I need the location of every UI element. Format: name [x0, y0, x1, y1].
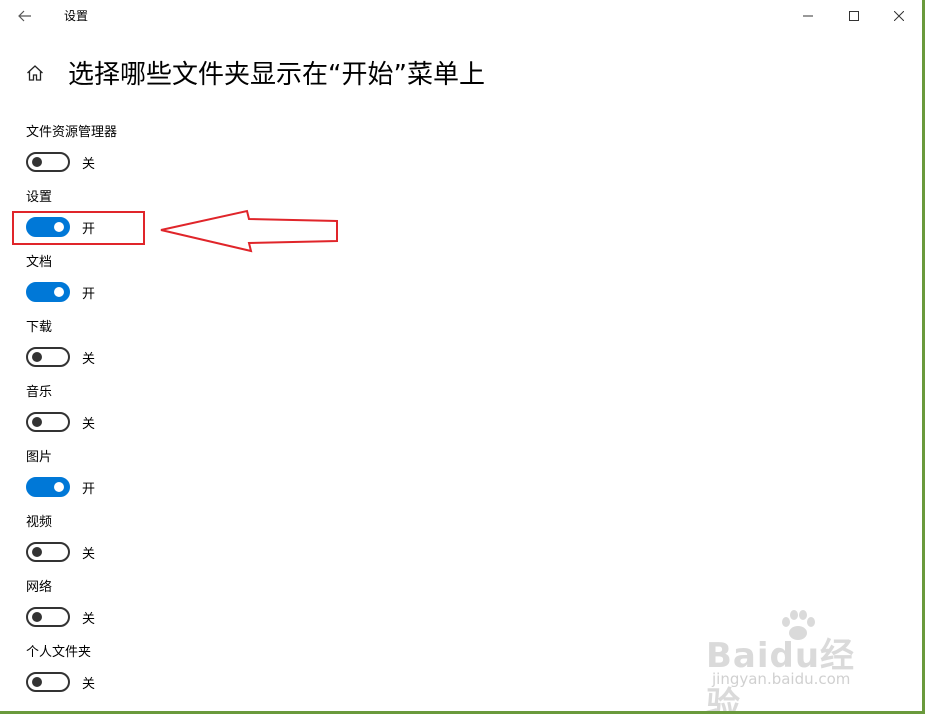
toggle-knob: [32, 157, 42, 167]
toggle-switch[interactable]: [26, 542, 70, 562]
setting-label: 下载: [26, 320, 53, 335]
toggle-state-label: 开: [82, 286, 96, 302]
setting-label: 网络: [26, 580, 53, 595]
toggle-state-label: 关: [82, 546, 96, 562]
setting-label: 设置: [26, 190, 53, 205]
close-button[interactable]: [876, 0, 922, 32]
close-icon: [894, 11, 904, 21]
setting-row: 下载关: [26, 319, 95, 368]
setting-label: 视频: [26, 515, 53, 530]
toggle-row: 开: [26, 281, 95, 303]
back-arrow-icon: [18, 10, 31, 22]
toggle-state-label: 关: [82, 156, 96, 172]
toggle-row: 关: [26, 151, 117, 173]
toggle-knob: [32, 547, 42, 557]
setting-label: 个人文件夹: [26, 645, 92, 660]
toggle-state-label: 关: [82, 676, 96, 692]
back-button[interactable]: [10, 3, 40, 29]
setting-row: 网络关: [26, 579, 95, 628]
setting-label: 音乐: [26, 385, 53, 400]
toggle-row: 开: [26, 476, 95, 498]
setting-label: 文档: [26, 255, 53, 270]
toggle-switch[interactable]: [26, 672, 70, 692]
setting-label: 文件资源管理器: [26, 125, 118, 140]
annotation-highlight-box: [12, 211, 145, 245]
toggle-switch[interactable]: [26, 607, 70, 627]
toggle-state-label: 关: [82, 611, 96, 627]
toggle-knob: [32, 417, 42, 427]
annotation-arrow-icon: [160, 209, 338, 253]
setting-row: 视频关: [26, 514, 95, 563]
window-title: 设置: [64, 9, 89, 23]
setting-row: 文件资源管理器关: [26, 124, 117, 173]
toggle-state-label: 开: [82, 481, 96, 497]
toggle-switch[interactable]: [26, 412, 70, 432]
setting-row: 文档开: [26, 254, 95, 303]
toggle-row: 关: [26, 606, 95, 628]
maximize-icon: [849, 11, 859, 21]
watermark-url: jingyan.baidu.com: [712, 670, 851, 688]
setting-row: 音乐关: [26, 384, 95, 433]
toggle-switch[interactable]: [26, 347, 70, 367]
baidu-watermark: Baidu经验 jingyan.baidu.com: [700, 610, 880, 711]
home-button[interactable]: [22, 60, 48, 86]
title-bar: 设置: [0, 0, 922, 32]
toggle-switch[interactable]: [26, 477, 70, 497]
toggle-knob: [32, 352, 42, 362]
setting-label: 图片: [26, 450, 53, 465]
minimize-button[interactable]: [785, 0, 831, 32]
toggle-state-label: 关: [82, 416, 96, 432]
toggle-knob: [32, 677, 42, 687]
minimize-icon: [803, 15, 813, 17]
toggle-knob: [54, 287, 64, 297]
setting-row: 图片开: [26, 449, 95, 498]
page-header: 选择哪些文件夹显示在“开始”菜单上: [0, 52, 900, 92]
page-title: 选择哪些文件夹显示在“开始”菜单上: [68, 60, 485, 90]
toggle-row: 关: [26, 541, 95, 563]
toggle-switch[interactable]: [26, 282, 70, 302]
toggle-row: 关: [26, 671, 95, 693]
maximize-button[interactable]: [831, 0, 877, 32]
toggle-knob: [54, 482, 64, 492]
home-icon: [27, 65, 43, 81]
settings-window: 设置 选择哪些文件夹显示在“开始”菜单上 文件资源管理器关设置开文档开下载关音乐…: [0, 0, 922, 711]
toggle-knob: [32, 612, 42, 622]
toggle-state-label: 关: [82, 351, 96, 367]
toggle-row: 关: [26, 346, 95, 368]
toggle-row: 关: [26, 411, 95, 433]
setting-row: 个人文件夹关: [26, 644, 95, 693]
toggle-switch[interactable]: [26, 152, 70, 172]
